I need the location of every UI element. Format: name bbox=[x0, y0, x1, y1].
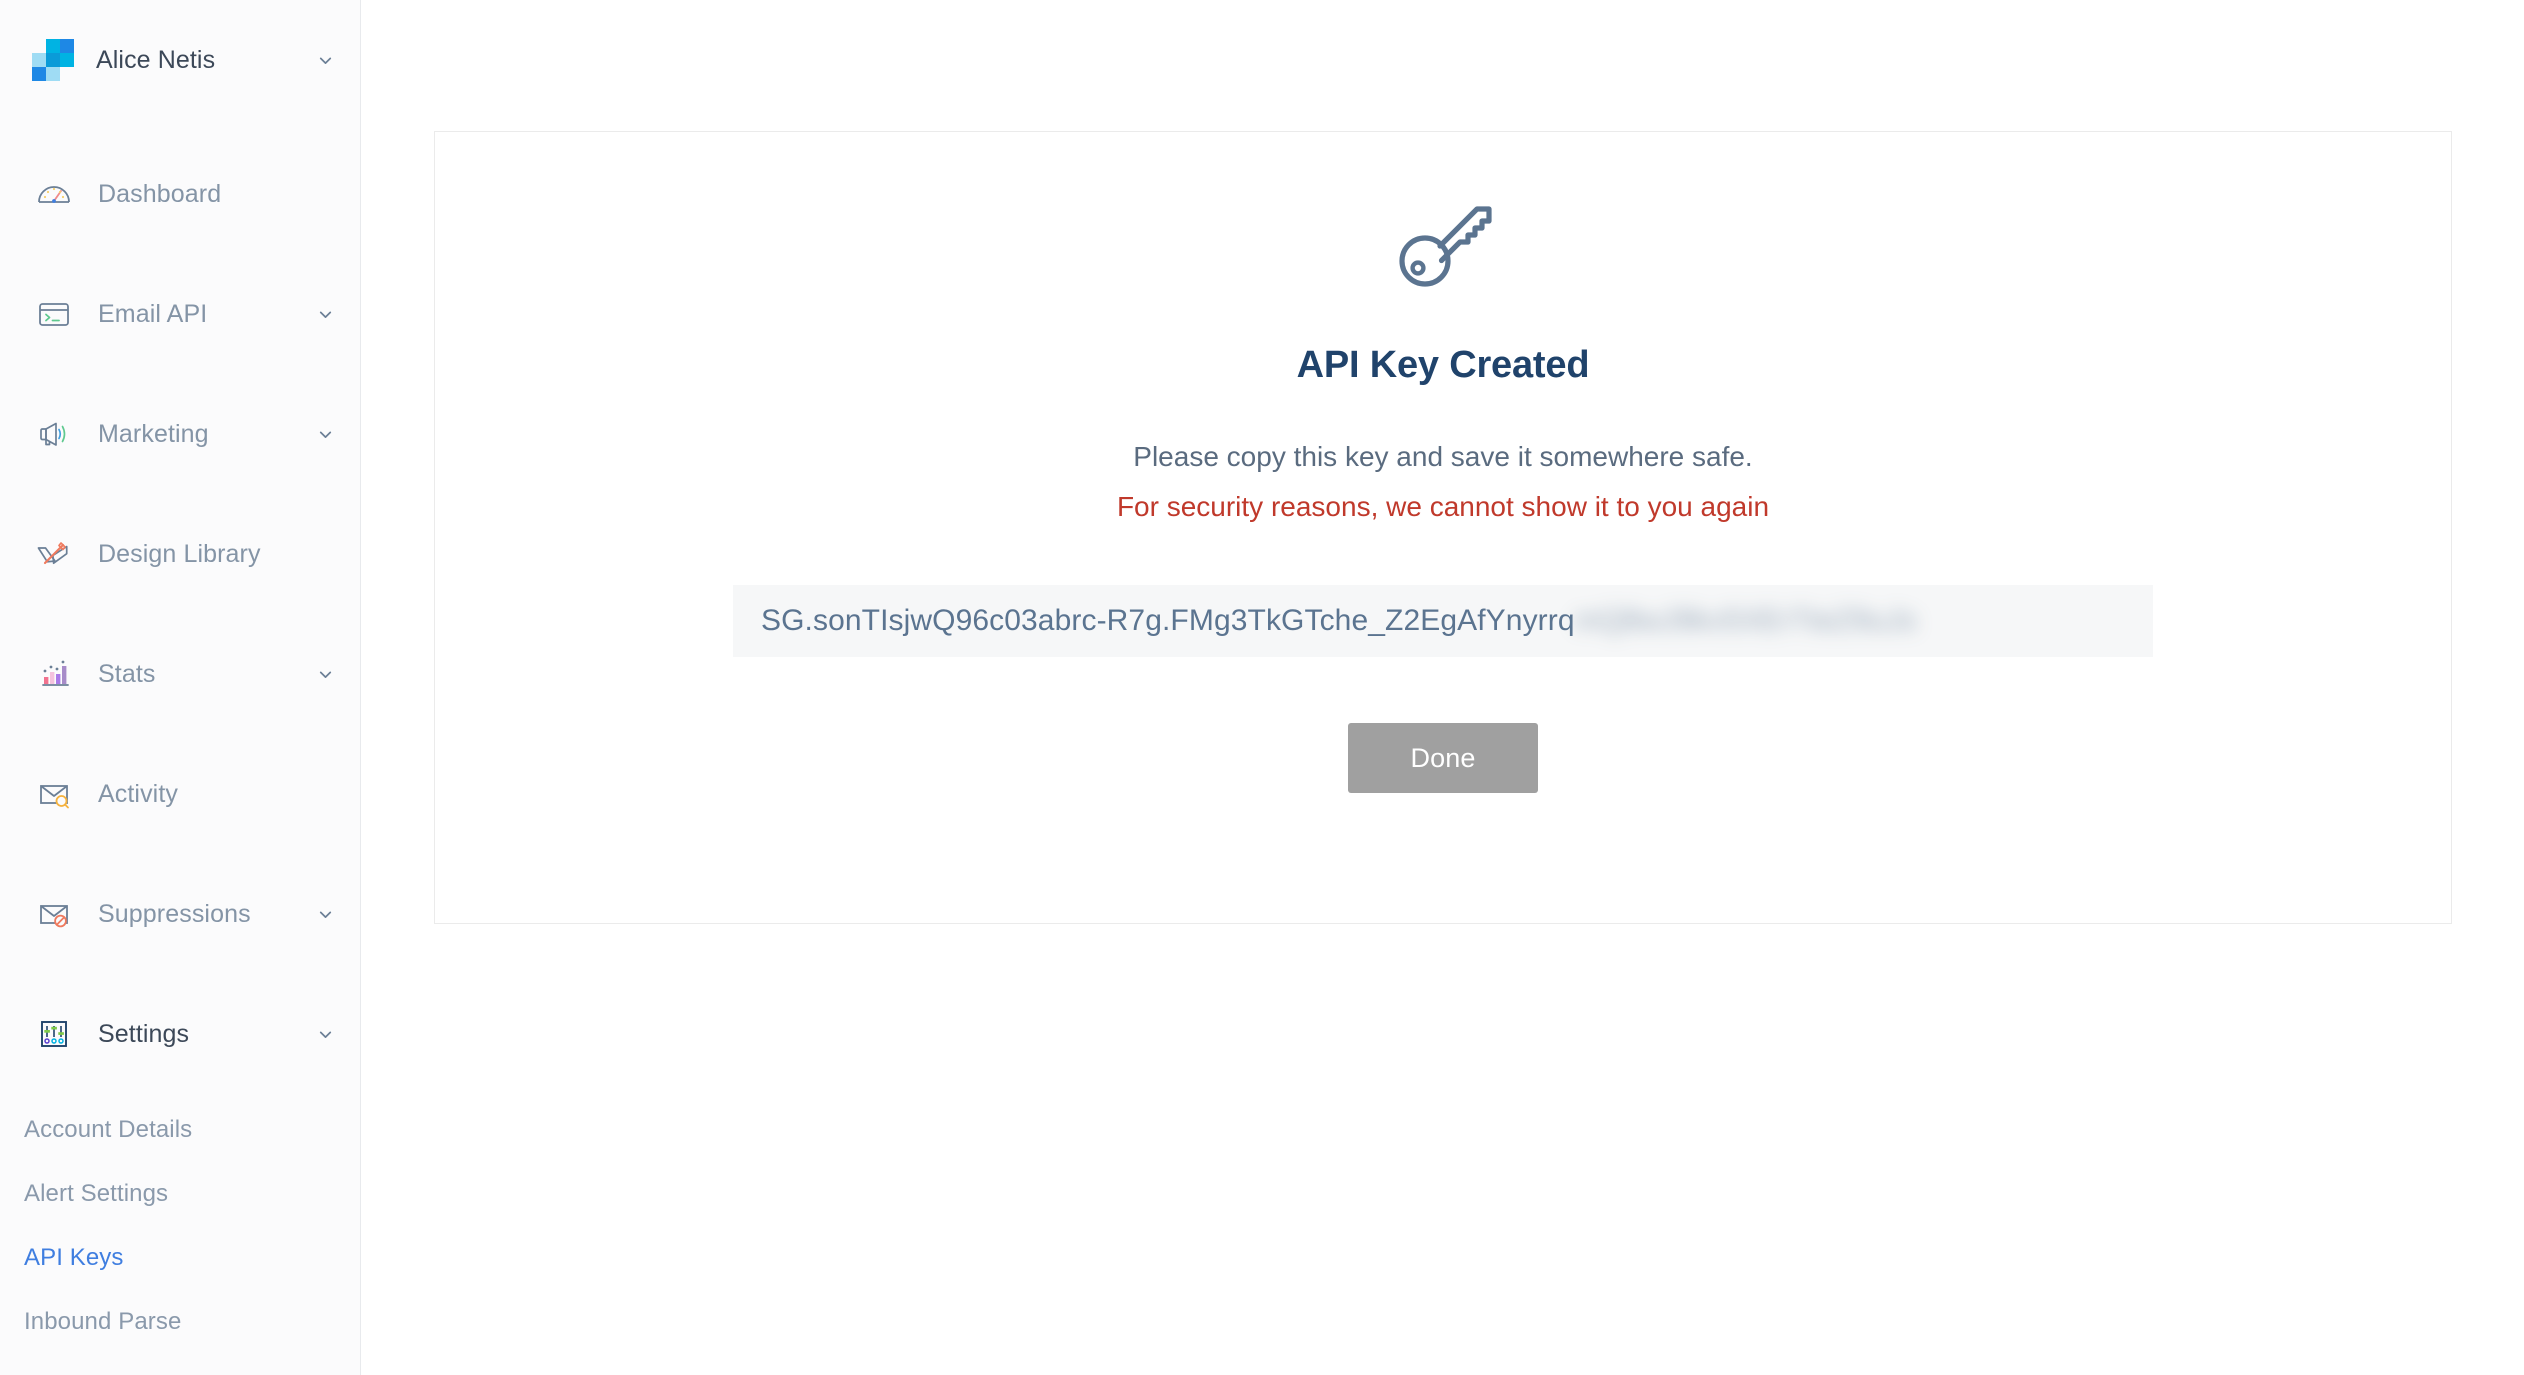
main-content: API Key Created Please copy this key and… bbox=[361, 0, 2524, 1375]
sidebar-item-design-library[interactable]: Design Library bbox=[0, 494, 360, 614]
chevron-down-icon[interactable] bbox=[317, 666, 334, 683]
settings-subnav: Account Details Alert Settings API Keys … bbox=[0, 1094, 360, 1354]
card-subtitle: Please copy this key and save it somewhe… bbox=[1133, 441, 1753, 472]
sidebar-item-settings[interactable]: Settings bbox=[0, 974, 360, 1094]
sidebar: Alice Netis Dashboard Email API Marketin… bbox=[0, 0, 361, 1375]
sidebar-item-label: Suppressions bbox=[98, 899, 251, 928]
sidebar-item-dashboard[interactable]: Dashboard bbox=[0, 134, 360, 254]
sidebar-item-label: Settings bbox=[98, 1019, 190, 1048]
sidebar-item-marketing[interactable]: Marketing bbox=[0, 374, 360, 494]
sliders-icon bbox=[32, 1012, 76, 1056]
page-title: API Key Created bbox=[1296, 344, 1590, 386]
terminal-icon bbox=[32, 292, 76, 336]
sidebar-subitem-inbound-parse[interactable]: Inbound Parse bbox=[24, 1290, 360, 1354]
envelope-block-icon bbox=[32, 892, 76, 936]
sidebar-item-suppressions[interactable]: Suppressions bbox=[0, 854, 360, 974]
sidebar-item-label: Stats bbox=[98, 659, 156, 688]
pencil-ruler-icon bbox=[32, 532, 76, 576]
gauge-icon bbox=[32, 172, 76, 216]
chevron-down-icon[interactable] bbox=[317, 906, 334, 923]
chevron-down-icon[interactable] bbox=[317, 1026, 334, 1043]
chevron-down-icon[interactable] bbox=[317, 426, 334, 443]
sidebar-item-label: Design Library bbox=[98, 539, 261, 568]
sidebar-subitem-alert-settings[interactable]: Alert Settings bbox=[24, 1162, 360, 1226]
envelope-search-icon bbox=[32, 772, 76, 816]
sidebar-item-stats[interactable]: Stats bbox=[0, 614, 360, 734]
api-key-value: SG.sonTIsjwQ96c03abrc-R7g.FMg3TkGTche_Z2… bbox=[761, 604, 1575, 637]
sidebar-item-activity[interactable]: Activity bbox=[0, 734, 360, 854]
sidebar-item-label: Activity bbox=[98, 779, 178, 808]
megaphone-icon bbox=[32, 412, 76, 456]
chevron-down-icon[interactable] bbox=[317, 52, 334, 69]
account-switcher[interactable]: Alice Netis bbox=[0, 0, 360, 120]
key-icon bbox=[1390, 190, 1496, 296]
sidebar-subitem-api-keys[interactable]: API Keys bbox=[24, 1226, 360, 1290]
sidebar-nav: Dashboard Email API Marketing Design Lib… bbox=[0, 120, 360, 1354]
sidebar-item-label: Email API bbox=[98, 299, 208, 328]
api-key-redacted: mQ8wJ9kv5XErTteZ9uJs bbox=[1574, 604, 1917, 637]
done-button[interactable]: Done bbox=[1348, 723, 1538, 793]
security-warning: For security reasons, we cannot show it … bbox=[1116, 491, 1770, 522]
bar-chart-icon bbox=[32, 652, 76, 696]
brand-logo bbox=[32, 39, 74, 81]
sidebar-item-label: Dashboard bbox=[98, 179, 222, 208]
account-name: Alice Netis bbox=[96, 45, 216, 74]
chevron-down-icon[interactable] bbox=[317, 306, 334, 323]
sidebar-subitem-account-details[interactable]: Account Details bbox=[24, 1098, 360, 1162]
sidebar-item-email-api[interactable]: Email API bbox=[0, 254, 360, 374]
api-key-created-card: API Key Created Please copy this key and… bbox=[434, 131, 2452, 924]
sidebar-item-label: Marketing bbox=[98, 419, 209, 448]
api-key-field[interactable]: SG.sonTIsjwQ96c03abrc-R7g.FMg3TkGTche_Z2… bbox=[733, 585, 2153, 657]
